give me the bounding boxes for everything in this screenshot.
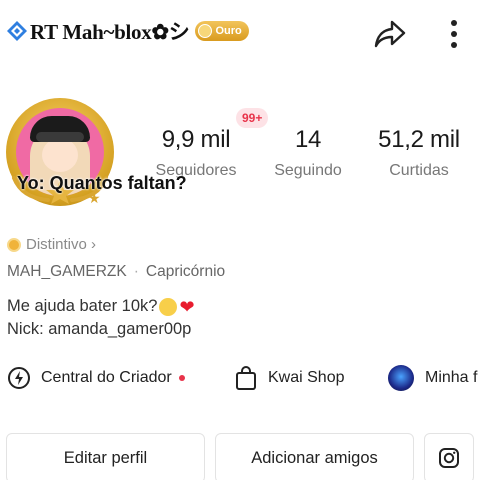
- instagram-button[interactable]: [424, 433, 474, 480]
- stat-followers[interactable]: 9,9 mil Seguidores: [150, 126, 242, 180]
- profile-header: RT Mah~blox✿シ Ouro: [0, 0, 480, 64]
- rank-badge-label: Ouro: [215, 25, 242, 37]
- stat-likes[interactable]: 51,2 mil Curtidas: [368, 126, 470, 180]
- rank-badge[interactable]: Ouro: [195, 21, 249, 41]
- following-label: Seguindo: [274, 162, 342, 179]
- share-button[interactable]: [370, 14, 410, 54]
- info-separator: ·: [133, 263, 139, 280]
- kwai-shop-label: Kwai Shop: [268, 369, 345, 386]
- overlay-caption: Yo: Quantos faltan?: [17, 173, 187, 193]
- badge-link-label: Distintivo ›: [26, 236, 97, 253]
- avatar-thumbnail: [388, 365, 414, 391]
- edit-profile-button[interactable]: Editar perfil: [6, 433, 205, 480]
- creator-center-icon: [8, 367, 30, 389]
- likes-label: Curtidas: [389, 162, 449, 179]
- bio-text-1: Me ajuda bater 10k?: [7, 297, 158, 315]
- creator-center-link[interactable]: Central do Criador: [7, 364, 185, 392]
- gold-coin-icon: [198, 24, 213, 38]
- bio-line-1: Me ajuda bater 10k? ❤: [7, 297, 195, 316]
- more-options-button[interactable]: [436, 14, 472, 54]
- creator-center-label: Central do Criador: [41, 369, 172, 386]
- share-arrow-icon: [374, 20, 406, 48]
- minha-label: Minha f: [425, 369, 478, 386]
- edit-profile-label: Editar perfil: [63, 448, 148, 467]
- kwai-shop-link[interactable]: Kwai Shop: [234, 364, 345, 392]
- stat-following[interactable]: 14 Seguindo: [264, 126, 352, 180]
- notification-badge: 99+: [236, 108, 269, 128]
- app-title: RT Mah~blox✿シ Ouro: [6, 16, 249, 46]
- likes-count: 51,2 mil: [378, 126, 460, 153]
- username: MAH_GAMERZK: [7, 263, 127, 280]
- badge-link[interactable]: Distintivo ›: [7, 236, 96, 253]
- profile-info-line: MAH_GAMERZK · Capricórnio: [7, 263, 225, 281]
- red-heart-icon: ❤: [179, 296, 195, 317]
- following-count: 14: [294, 126, 322, 153]
- add-friends-label: Adicionar amigos: [251, 448, 378, 467]
- profile-title: RT Mah~blox✿シ: [30, 20, 190, 44]
- bio-line-2: Nick: amanda_gamer00p: [7, 320, 192, 338]
- zodiac-sign: Capricórnio: [145, 263, 226, 280]
- shopping-bag-icon: [236, 366, 256, 390]
- badge-icon: [7, 237, 21, 252]
- notification-dot: [178, 375, 185, 381]
- add-friends-button[interactable]: Adicionar amigos: [215, 433, 414, 480]
- pleading-face-icon: [159, 297, 178, 316]
- minha-link[interactable]: Minha f: [388, 364, 477, 392]
- followers-count: 9,9 mil: [161, 126, 231, 153]
- instagram-icon: [439, 448, 459, 468]
- blue-diamond-icon: [6, 20, 28, 42]
- more-vertical-icon: [451, 20, 457, 48]
